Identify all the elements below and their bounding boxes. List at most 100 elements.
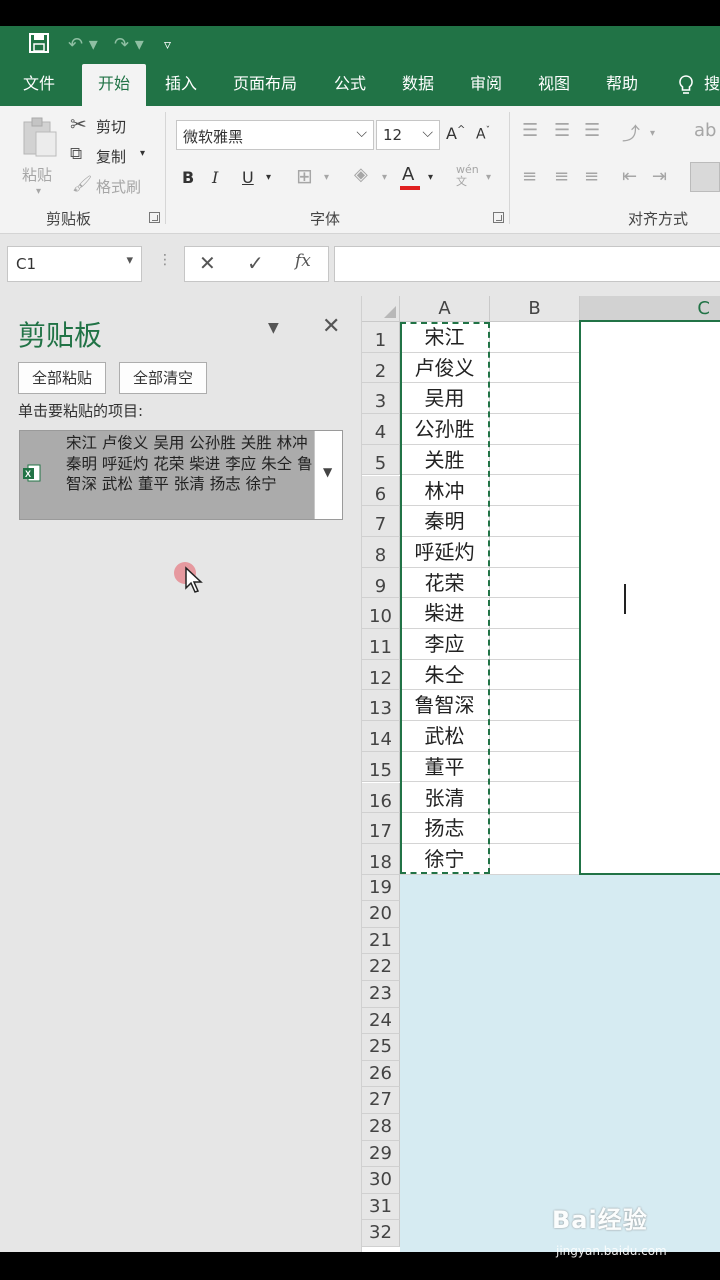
cell-a[interactable]: 公孙胜 — [400, 414, 490, 445]
row-header[interactable]: 20 — [362, 901, 400, 928]
cell-b[interactable] — [490, 506, 580, 537]
italic-button[interactable]: I — [212, 168, 218, 187]
align-left-icon[interactable]: ≡ — [522, 166, 537, 187]
column-header-a[interactable]: A — [400, 296, 490, 322]
tab-tell-me[interactable]: 搜 — [704, 64, 720, 106]
cell-b[interactable] — [490, 721, 580, 752]
shrink-font-icon[interactable]: Aˇ — [476, 126, 490, 143]
paste-button[interactable]: 粘贴 ▾ — [16, 114, 62, 204]
cell-a[interactable]: 林冲 — [400, 475, 490, 507]
resize-handle-icon[interactable]: ⋮ — [158, 252, 172, 268]
cell-b[interactable] — [490, 352, 580, 384]
row-header[interactable]: 30 — [362, 1167, 400, 1194]
cancel-icon[interactable]: ✕ — [199, 251, 216, 275]
select-all-corner[interactable] — [362, 296, 400, 322]
grow-font-icon[interactable]: A^ — [446, 124, 465, 143]
merge-center-icon[interactable] — [690, 162, 720, 192]
close-icon[interactable]: ✕ — [322, 314, 340, 339]
cell-a[interactable]: 张清 — [400, 782, 490, 814]
cell-a[interactable]: 呼延灼 — [400, 536, 490, 568]
row-header[interactable]: 11 — [362, 629, 400, 660]
cell-b[interactable] — [490, 414, 580, 445]
row-header[interactable]: 13 — [362, 690, 400, 722]
row-header[interactable]: 21 — [362, 927, 400, 955]
tab-view[interactable]: 视图 — [524, 64, 584, 106]
cell-b[interactable] — [490, 322, 580, 353]
row-header[interactable]: 31 — [362, 1193, 400, 1221]
cell-a[interactable]: 卢俊义 — [400, 352, 490, 384]
phonetic-dropdown-icon[interactable]: ▾ — [486, 172, 491, 183]
row-header[interactable]: 8 — [362, 536, 400, 568]
column-header-b[interactable]: B — [490, 296, 580, 322]
tab-help[interactable]: 帮助 — [592, 64, 652, 106]
row-header[interactable]: 17 — [362, 813, 400, 844]
align-right-icon[interactable]: ≡ — [584, 166, 599, 187]
cell-b[interactable] — [490, 690, 580, 722]
cell-a[interactable]: 秦明 — [400, 506, 490, 537]
active-cell-c1[interactable] — [579, 320, 720, 875]
wrap-text-icon[interactable]: ab — [694, 120, 716, 141]
cell-b[interactable] — [490, 475, 580, 507]
clipboard-item-dropdown[interactable]: ▼ — [314, 431, 342, 519]
cell-a[interactable]: 李应 — [400, 629, 490, 660]
row-header[interactable]: 27 — [362, 1087, 400, 1114]
pane-options-icon[interactable]: ▼ — [268, 320, 279, 336]
cell-b[interactable] — [490, 659, 580, 691]
row-header[interactable]: 9 — [362, 567, 400, 599]
phonetic-guide-icon[interactable]: wén文 — [456, 164, 480, 188]
row-header[interactable]: 28 — [362, 1114, 400, 1141]
row-header[interactable]: 2 — [362, 352, 400, 384]
row-header[interactable]: 5 — [362, 444, 400, 476]
copy-button[interactable]: ⧉ 复制 ▾ — [70, 144, 160, 168]
name-box[interactable]: C1 ▾ — [7, 246, 142, 282]
align-middle-icon[interactable]: ☰ — [554, 120, 570, 141]
cell-a[interactable]: 董平 — [400, 751, 490, 783]
row-header[interactable]: 25 — [362, 1034, 400, 1061]
cell-b[interactable] — [490, 782, 580, 814]
clipboard-item[interactable]: X 宋江 卢俊义 吴用 公孙胜 关胜 林冲 秦明 呼延灼 花荣 柴进 李应 朱仝… — [19, 430, 343, 520]
cell-a[interactable]: 吴用 — [400, 383, 490, 415]
align-center-icon[interactable]: ≡ — [554, 166, 569, 187]
tell-me-lightbulb-icon[interactable] — [672, 64, 700, 106]
cell-b[interactable] — [490, 629, 580, 660]
row-header[interactable]: 26 — [362, 1060, 400, 1088]
row-header[interactable]: 7 — [362, 506, 400, 537]
row-header[interactable]: 16 — [362, 782, 400, 814]
cell-a[interactable]: 徐宁 — [400, 843, 490, 875]
redo-icon[interactable]: ↷ ▾ — [114, 32, 144, 58]
format-painter-button[interactable]: 🖌 格式刷 — [70, 174, 160, 198]
row-header[interactable]: 32 — [362, 1220, 400, 1247]
enter-icon[interactable]: ✓ — [247, 251, 264, 275]
clipboard-launcher-icon[interactable] — [149, 212, 160, 223]
row-header[interactable]: 12 — [362, 659, 400, 691]
tab-formulas[interactable]: 公式 — [320, 64, 380, 106]
column-header-c[interactable]: C — [580, 296, 720, 322]
cell-b[interactable] — [490, 567, 580, 599]
insert-function-icon[interactable]: fx — [295, 251, 311, 271]
cell-a[interactable]: 花荣 — [400, 567, 490, 599]
orientation-dropdown-icon[interactable]: ▾ — [650, 128, 655, 139]
formula-input[interactable] — [334, 246, 720, 282]
underline-dropdown-icon[interactable]: ▾ — [266, 172, 271, 183]
borders-icon[interactable]: ⊞ — [296, 164, 313, 188]
font-name-combo[interactable]: 微软雅黑 ⌵ — [176, 120, 374, 150]
font-size-combo[interactable]: 12 ⌵ — [376, 120, 440, 150]
cell-a[interactable]: 宋江 — [400, 322, 490, 353]
orientation-icon[interactable]: ⤴ — [622, 120, 640, 146]
bold-button[interactable]: B — [182, 168, 194, 187]
underline-button[interactable]: U — [242, 168, 254, 187]
save-icon[interactable] — [28, 32, 50, 62]
customize-qat-icon[interactable]: ▿ — [164, 32, 171, 58]
cell-a[interactable]: 柴进 — [400, 598, 490, 629]
align-bottom-icon[interactable]: ☰ — [584, 120, 600, 141]
row-header[interactable]: 10 — [362, 598, 400, 629]
tab-home[interactable]: 开始 — [82, 64, 146, 106]
row-header[interactable]: 29 — [362, 1140, 400, 1168]
cell-a[interactable]: 扬志 — [400, 813, 490, 844]
cell-b[interactable] — [490, 536, 580, 568]
row-header[interactable]: 22 — [362, 954, 400, 981]
cell-b[interactable] — [490, 751, 580, 783]
cell-a[interactable]: 武松 — [400, 721, 490, 752]
row-header[interactable]: 15 — [362, 751, 400, 783]
font-color-icon[interactable]: A — [398, 164, 424, 190]
